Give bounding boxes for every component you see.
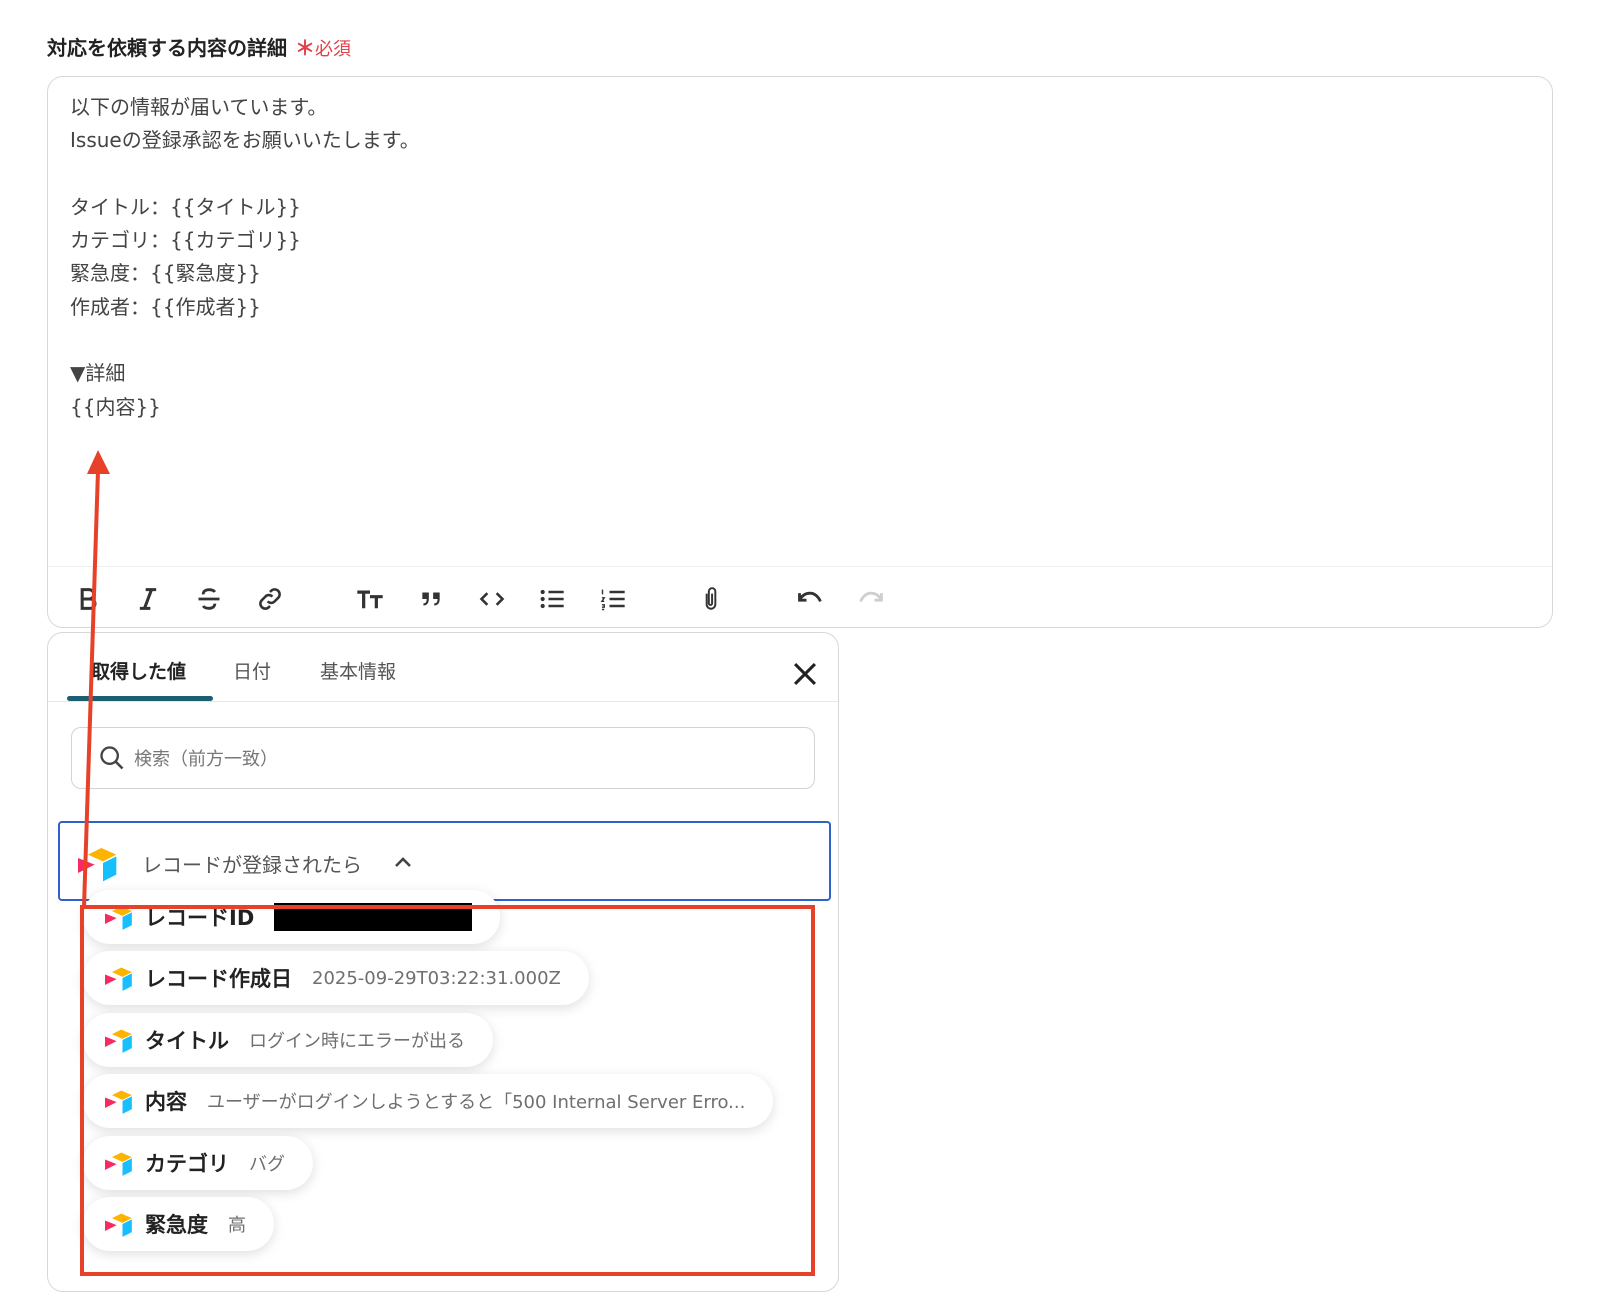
- chip-label: 内容: [145, 1090, 187, 1114]
- numbered-list-icon[interactable]: [593, 579, 633, 619]
- required-label: 必須: [315, 39, 351, 60]
- editor-content[interactable]: 以下の情報が届いています。 Issueの登録承認をお願いいたします。 タイトル：…: [70, 91, 1532, 561]
- chip-value: バグ: [249, 1154, 285, 1175]
- chip-label: 緊急度: [145, 1213, 208, 1237]
- chip-label: レコード作成日: [145, 967, 292, 991]
- variable-chip-content[interactable]: 内容 ユーザーがログインしようとすると「500 Internal Server …: [83, 1074, 774, 1128]
- chip-value: ログイン時にエラーが出る: [249, 1031, 465, 1052]
- variable-chip-title[interactable]: タイトル ログイン時にエラーが出る: [83, 1013, 493, 1067]
- app-logo-icon: [78, 848, 117, 882]
- search-box: [71, 727, 815, 790]
- app-logo-icon: [105, 1090, 132, 1114]
- tab-date[interactable]: 日付: [233, 657, 271, 684]
- app-logo-icon: [105, 1152, 132, 1176]
- strikethrough-icon[interactable]: [189, 579, 229, 619]
- chevron-up-icon[interactable]: [393, 854, 413, 870]
- variable-picker-panel: 取得した値 日付 基本情報 レコードが登録されたら レコードID レコード作成日…: [47, 632, 839, 1292]
- required-asterisk: ＊: [295, 36, 315, 60]
- chip-value: 2025-09-29T03:22:31.000Z: [312, 967, 561, 989]
- chip-label: タイトル: [145, 1029, 229, 1053]
- bullet-list-icon[interactable]: [532, 579, 572, 619]
- trigger-group-title: レコードが登録されたら: [142, 853, 362, 877]
- tab-acquired-values[interactable]: 取得した値: [91, 657, 186, 684]
- editor-toolbar: [48, 566, 1552, 629]
- rich-text-editor[interactable]: 以下の情報が届いています。 Issueの登録承認をお願いいたします。 タイトル：…: [47, 76, 1553, 628]
- close-icon[interactable]: [788, 657, 822, 691]
- app-logo-icon: [105, 967, 132, 991]
- app-logo-icon: [105, 906, 132, 930]
- chip-label: カテゴリ: [145, 1152, 229, 1176]
- variable-chip-created-date[interactable]: レコード作成日 2025-09-29T03:22:31.000Z: [83, 951, 589, 1005]
- redacted-value: [274, 903, 473, 931]
- tab-basic-info[interactable]: 基本情報: [320, 657, 396, 684]
- field-label: 対応を依頼する内容の詳細 ＊必須: [47, 32, 351, 61]
- chip-value: ユーザーがログインしようとすると「500 Internal Server Err…: [207, 1092, 746, 1113]
- variable-chip-urgency[interactable]: 緊急度 高: [83, 1197, 274, 1251]
- link-icon[interactable]: [250, 579, 290, 619]
- variable-chip-category[interactable]: カテゴリ バグ: [83, 1136, 313, 1190]
- field-label-text: 対応を依頼する内容の詳細: [47, 36, 287, 60]
- chip-value: 高: [228, 1215, 246, 1236]
- app-logo-icon: [105, 1213, 132, 1237]
- italic-icon[interactable]: [128, 579, 168, 619]
- quote-icon[interactable]: [411, 579, 451, 619]
- trigger-group-header[interactable]: レコードが登録されたら: [58, 821, 831, 901]
- search-icon: [100, 746, 124, 770]
- active-tab-indicator: [67, 696, 213, 701]
- search-input[interactable]: [132, 728, 802, 790]
- redo-icon[interactable]: [851, 579, 891, 619]
- panel-tabs: 取得した値 日付 基本情報: [48, 633, 838, 702]
- variable-chip-record-id[interactable]: レコードID: [83, 890, 501, 944]
- text-size-icon[interactable]: [350, 579, 390, 619]
- code-icon[interactable]: [472, 579, 512, 619]
- attachment-icon[interactable]: [691, 579, 731, 619]
- undo-icon[interactable]: [790, 579, 830, 619]
- bold-icon[interactable]: [68, 579, 108, 619]
- chip-label: レコードID: [145, 906, 255, 930]
- app-logo-icon: [105, 1029, 132, 1053]
